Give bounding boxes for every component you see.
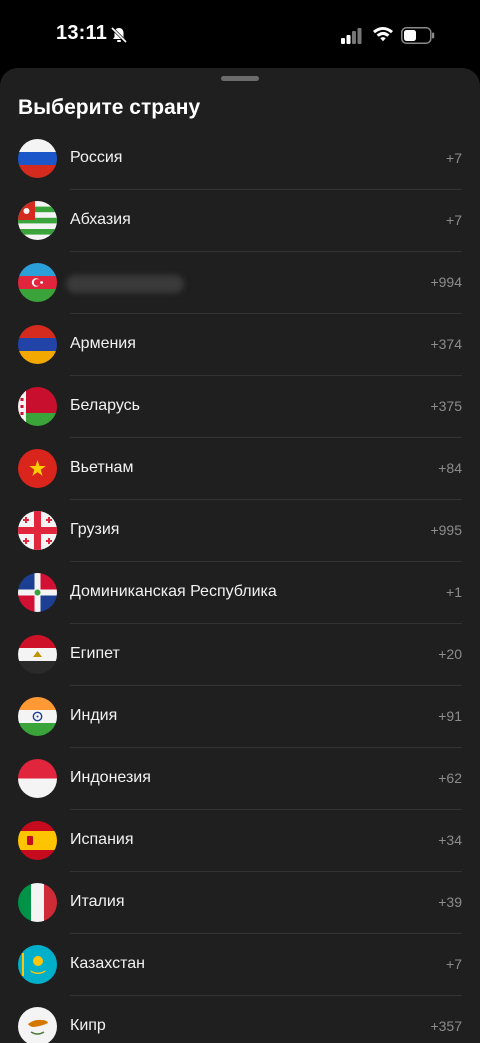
abkhazia-flag-icon [18,201,57,240]
bell-slash-icon [110,26,128,44]
country-item-belarus[interactable]: Беларусь +375 [0,376,480,438]
sheet-grabber[interactable] [221,76,259,81]
battery-icon [401,27,435,44]
country-code: +91 [438,708,462,724]
georgia-flag-icon [18,511,57,550]
country-code: +375 [430,398,462,414]
country-name: Абхазия [70,211,131,228]
country-item-indonesia[interactable]: Индонезия +62 [0,748,480,810]
country-item-spain[interactable]: Испания +34 [0,810,480,872]
kazakhstan-flag-icon [18,945,57,984]
spain-flag-icon [18,821,57,860]
country-item-georgia[interactable]: Грузия +995 [0,500,480,562]
country-name: Индонезия [70,769,151,786]
country-code: +20 [438,646,462,662]
country-list: Россия +7 Абхазия +7 +994 Армения +374 Б… [0,128,480,1043]
country-item-india[interactable]: Индия +91 [0,686,480,748]
country-item-azerbaijan[interactable]: +994 [0,252,480,314]
sheet-title: Выберите страну [18,96,201,119]
country-item-italy[interactable]: Италия +39 [0,872,480,934]
country-code: +62 [438,770,462,786]
country-name: Казахстан [70,955,145,972]
country-code: +1 [446,584,462,600]
italy-flag-icon [18,883,57,922]
dominican-republic-flag-icon [18,573,57,612]
country-name: Армения [70,335,136,352]
india-flag-icon [18,697,57,736]
country-name: Грузия [70,521,120,538]
country-item-cyprus[interactable]: Кипр +357 [0,996,480,1043]
country-name: Испания [70,831,134,848]
country-item-kazakhstan[interactable]: Казахстан +7 [0,934,480,996]
wifi-icon [373,27,393,42]
country-name: Россия [70,149,123,166]
country-name: Египет [70,645,120,662]
indonesia-flag-icon [18,759,57,798]
country-name: Вьетнам [70,459,134,476]
country-name: Италия [70,893,125,910]
country-item-armenia[interactable]: Армения +374 [0,314,480,376]
russia-flag-icon [18,139,57,178]
status-bar: 13:11 [0,0,480,68]
signal-icon [341,28,362,44]
country-code: +34 [438,832,462,848]
country-picker-sheet: Выберите страну Россия +7 Абхазия +7 +99… [0,68,480,1043]
egypt-flag-icon [18,635,57,674]
country-code: +39 [438,894,462,910]
country-name: Кипр [70,1017,106,1034]
country-code: +995 [430,522,462,538]
country-code: +7 [446,956,462,972]
country-item-russia[interactable]: Россия +7 [0,128,480,190]
country-name: Беларусь [70,397,140,414]
country-name: Индия [70,707,118,724]
cyprus-flag-icon [18,1007,57,1043]
country-item-dominican-republic[interactable]: Доминиканская Республика +1 [0,562,480,624]
vietnam-flag-icon [18,449,57,488]
country-code: +374 [430,336,462,352]
armenia-flag-icon [18,325,57,364]
country-item-egypt[interactable]: Египет +20 [0,624,480,686]
country-code: +357 [430,1018,462,1034]
blurred-country-name [66,275,184,293]
country-code: +7 [446,212,462,228]
azerbaijan-flag-icon [18,263,57,302]
belarus-flag-icon [18,387,57,426]
country-item-vietnam[interactable]: Вьетнам +84 [0,438,480,500]
country-code: +994 [430,274,462,290]
country-code: +84 [438,460,462,476]
status-time: 13:11 [56,22,108,44]
country-code: +7 [446,150,462,166]
country-name: Доминиканская Республика [70,583,277,600]
country-item-abkhazia[interactable]: Абхазия +7 [0,190,480,252]
